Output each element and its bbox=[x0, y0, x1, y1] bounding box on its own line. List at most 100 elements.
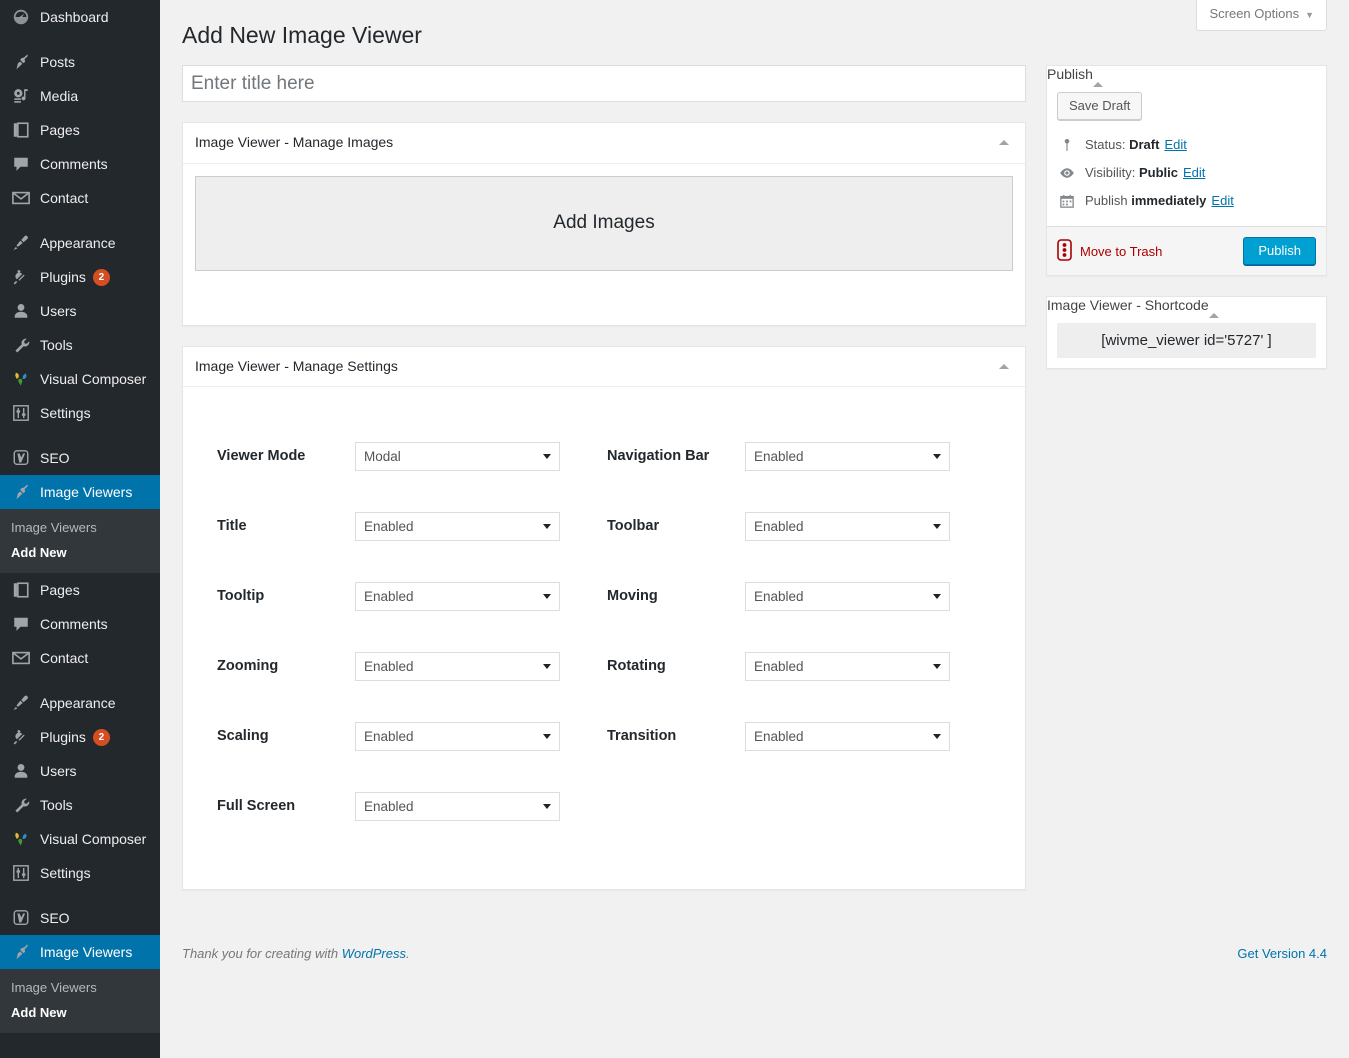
submenu-item-image-viewers[interactable]: Image Viewers bbox=[0, 515, 160, 540]
submenu-item-image-viewers[interactable]: Image Viewers bbox=[0, 975, 160, 1000]
publish-panel-header[interactable]: Publish bbox=[1047, 66, 1326, 82]
comments-icon bbox=[11, 154, 31, 174]
sidebar-item2-comments[interactable]: Comments bbox=[0, 607, 160, 641]
settings-cell: ToolbarEnabled bbox=[607, 512, 987, 541]
shortcode-panel-body: [wivme_viewer id='5727' ] bbox=[1047, 313, 1326, 368]
sidebar-item2-seo[interactable]: SEO bbox=[0, 901, 160, 935]
visibility-edit-link[interactable]: Edit bbox=[1183, 164, 1205, 182]
sidebar-item-appearance[interactable]: Appearance bbox=[0, 226, 160, 260]
sidebar-item-label: Contact bbox=[40, 650, 88, 666]
setting-label-moving: Moving bbox=[607, 588, 745, 604]
chevron-up-icon[interactable] bbox=[1209, 297, 1219, 318]
chevron-up-icon[interactable] bbox=[999, 364, 1009, 369]
shortcode-panel-header[interactable]: Image Viewer - Shortcode bbox=[1047, 297, 1326, 313]
submenu-item-add-new[interactable]: Add New bbox=[0, 540, 160, 565]
sidebar-item2-contact[interactable]: Contact bbox=[0, 641, 160, 675]
sidebar-item-label: Tools bbox=[40, 797, 73, 813]
wordpress-link[interactable]: WordPress bbox=[342, 946, 406, 961]
sidebar-item-posts[interactable]: Posts bbox=[0, 45, 160, 79]
settings-cell: Moving Enabled bbox=[607, 582, 987, 611]
setting-select-value: Enabled bbox=[364, 799, 414, 814]
setting-select-tooltip[interactable]: Enabled bbox=[355, 582, 560, 611]
setting-select-full-screen[interactable]: Enabled bbox=[355, 792, 560, 821]
manage-images-header[interactable]: Image Viewer - Manage Images bbox=[183, 123, 1025, 164]
status-edit-link[interactable]: Edit bbox=[1164, 136, 1186, 154]
post-title-input[interactable] bbox=[182, 65, 1026, 102]
sidebar-item-visual-composer[interactable]: Visual Composer bbox=[0, 362, 160, 396]
sidebar-item-label: Contact bbox=[40, 190, 88, 206]
mail-icon bbox=[11, 648, 31, 668]
sidebar-item-tools[interactable]: Tools bbox=[0, 328, 160, 362]
chevron-down-icon bbox=[933, 664, 941, 669]
shortcode-panel-title: Image Viewer - Shortcode bbox=[1047, 297, 1209, 313]
sidebar-item-label: Visual Composer bbox=[40, 831, 146, 847]
setting-select-scaling[interactable]: Enabled bbox=[355, 722, 560, 751]
sidebar-item2-settings[interactable]: Settings bbox=[0, 856, 160, 890]
chevron-up-icon[interactable] bbox=[1093, 66, 1103, 87]
manage-settings-header[interactable]: Image Viewer - Manage Settings bbox=[183, 347, 1025, 388]
sidebar-item2-plugins[interactable]: Plugins2 bbox=[0, 720, 160, 754]
publish-button[interactable]: Publish bbox=[1243, 237, 1316, 265]
chevron-down-icon bbox=[933, 734, 941, 739]
publish-panel: Publish Save Draft Status: DraftEdit bbox=[1046, 65, 1327, 276]
sidebar-item2-image-viewers[interactable]: Image Viewers bbox=[0, 935, 160, 969]
sidebar-item2-tools[interactable]: Tools bbox=[0, 788, 160, 822]
setting-select-rotating[interactable]: Enabled bbox=[745, 652, 950, 681]
sidebar-item-users[interactable]: Users bbox=[0, 294, 160, 328]
sidebar-item-comments[interactable]: Comments bbox=[0, 147, 160, 181]
sidebar-item-label: SEO bbox=[40, 910, 70, 926]
add-images-dropzone[interactable]: Add Images bbox=[195, 176, 1013, 271]
setting-select-value: Modal bbox=[364, 449, 401, 464]
shortcode-value[interactable]: [wivme_viewer id='5727' ] bbox=[1057, 323, 1316, 358]
sidebar-item2-users[interactable]: Users bbox=[0, 754, 160, 788]
setting-select-toolbar[interactable]: Enabled bbox=[745, 512, 950, 541]
sidebar-item-image-viewers[interactable]: Image Viewers bbox=[0, 475, 160, 509]
sidebar-item-label: Pages bbox=[40, 122, 80, 138]
pin-icon bbox=[11, 942, 31, 962]
sidebar-item2-visual-composer[interactable]: Visual Composer bbox=[0, 822, 160, 856]
sidebar-item-media[interactable]: Media bbox=[0, 79, 160, 113]
sidebar-item-label: Appearance bbox=[40, 695, 116, 711]
visibility-label: Visibility: bbox=[1085, 164, 1135, 182]
sidebar-item2-appearance[interactable]: Appearance bbox=[0, 686, 160, 720]
user-icon bbox=[11, 761, 31, 781]
setting-select-value: Enabled bbox=[754, 589, 804, 604]
settings-row: TooltipEnabledMoving Enabled bbox=[183, 561, 1025, 631]
schedule-value: immediately bbox=[1131, 192, 1206, 210]
setting-select-value: Enabled bbox=[754, 659, 804, 674]
setting-select-value: Enabled bbox=[754, 729, 804, 744]
setting-select-navigation-bar[interactable]: Enabled bbox=[745, 442, 950, 471]
submenu-item-add-new[interactable]: Add New bbox=[0, 1000, 160, 1025]
screen-options-button[interactable]: Screen Options▼ bbox=[1196, 0, 1327, 31]
chevron-up-icon[interactable] bbox=[999, 140, 1009, 145]
pages-icon bbox=[11, 580, 31, 600]
sidebar-item-seo[interactable]: SEO bbox=[0, 441, 160, 475]
settings-cell: Full ScreenEnabled bbox=[183, 792, 607, 821]
add-images-label: Add Images bbox=[553, 212, 654, 234]
sidebar-submenu-image-viewers-2: Image ViewersAdd New bbox=[0, 969, 160, 1033]
sidebar-item-contact[interactable]: Contact bbox=[0, 181, 160, 215]
media-icon bbox=[11, 86, 31, 106]
setting-select-title[interactable]: Enabled bbox=[355, 512, 560, 541]
sidebar-item-settings[interactable]: Settings bbox=[0, 396, 160, 430]
setting-select-value: Enabled bbox=[364, 589, 414, 604]
settings-cell: Viewer ModeModal bbox=[183, 442, 607, 471]
setting-select-moving[interactable]: Enabled bbox=[745, 582, 950, 611]
sidebar-item2-pages[interactable]: Pages bbox=[0, 573, 160, 607]
sidebar-item-pages[interactable]: Pages bbox=[0, 113, 160, 147]
save-draft-button[interactable]: Save Draft bbox=[1057, 92, 1142, 120]
setting-select-transition[interactable]: Enabled bbox=[745, 722, 950, 751]
sidebar-item-plugins[interactable]: Plugins2 bbox=[0, 260, 160, 294]
setting-select-zooming[interactable]: Enabled bbox=[355, 652, 560, 681]
sliders-icon bbox=[11, 863, 31, 883]
post-body-columns: Image Viewer - Manage Images Add Images bbox=[182, 65, 1327, 890]
setting-select-viewer-mode[interactable]: Modal bbox=[355, 442, 560, 471]
settings-row: TitleEnabledToolbarEnabled bbox=[183, 491, 1025, 561]
sidebar-item-dashboard[interactable]: Dashboard bbox=[0, 0, 160, 34]
schedule-edit-link[interactable]: Edit bbox=[1211, 192, 1233, 210]
settings-cell: TooltipEnabled bbox=[183, 582, 607, 611]
get-version-link[interactable]: Get Version 4.4 bbox=[1237, 946, 1327, 961]
move-to-trash-button[interactable]: Move to Trash bbox=[1057, 239, 1162, 264]
sidebar-item-label: Plugins bbox=[40, 269, 86, 285]
chevron-down-icon bbox=[543, 454, 551, 459]
